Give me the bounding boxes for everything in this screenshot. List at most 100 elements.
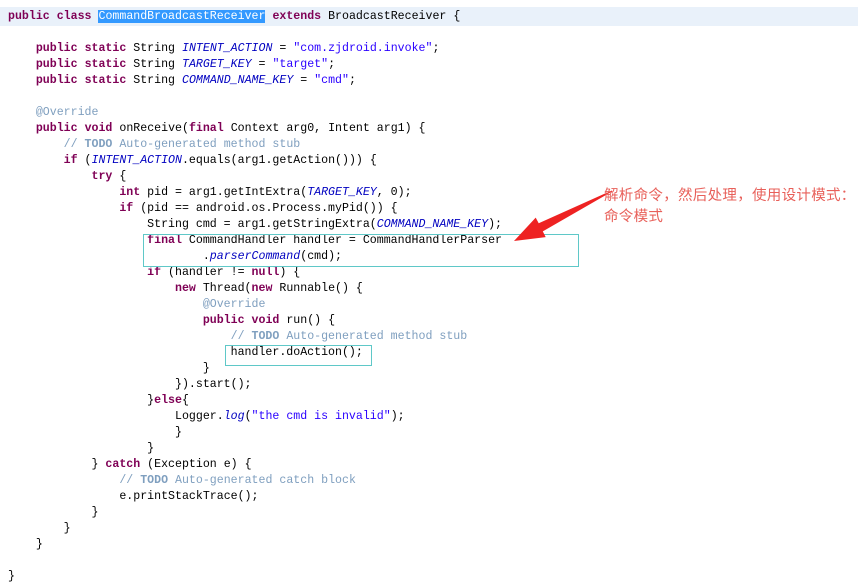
- code-line[interactable]: }: [8, 425, 502, 441]
- code-line[interactable]: if (INTENT_ACTION.equals(arg1.getAction(…: [8, 153, 502, 169]
- code-token-fld: COMMAND_NAME_KEY: [181, 74, 294, 87]
- code-token-kw: new: [174, 282, 196, 295]
- code-line[interactable]: Logger.log("the cmd is invalid");: [8, 409, 502, 425]
- code-token-fld: INTENT_ACTION: [181, 42, 273, 55]
- code-token-plain: =: [251, 58, 273, 71]
- code-token-plain: (Exception e) {: [140, 458, 252, 471]
- code-line[interactable]: try {: [8, 169, 502, 185]
- code-token-plain: handler.doAction();: [230, 346, 363, 359]
- code-line[interactable]: @Override: [8, 105, 502, 121]
- code-token-plain: String: [126, 74, 182, 87]
- code-token-plain: (: [77, 154, 92, 167]
- code-token-plain: }: [63, 522, 71, 535]
- code-token-str: "target": [272, 58, 329, 71]
- code-token-plain: String: [126, 42, 182, 55]
- code-line[interactable]: }: [8, 537, 502, 553]
- code-line[interactable]: public class CommandBroadcastReceiver ex…: [8, 9, 502, 25]
- code-line[interactable]: }: [8, 441, 502, 457]
- code-line[interactable]: // TODO Auto-generated method stub: [8, 329, 502, 345]
- code-token-kw: public: [202, 314, 245, 327]
- code-line[interactable]: }: [8, 521, 502, 537]
- code-token-plain: Thread(: [195, 282, 252, 295]
- code-token-str: "the cmd is invalid": [251, 410, 391, 423]
- code-token-plain: (pid == android.os.Process.myPid()) {: [133, 202, 398, 215]
- code-line[interactable]: handler.doAction();: [8, 345, 502, 361]
- code-token-todo: TODO: [251, 330, 280, 343]
- code-token-fld: INTENT_ACTION: [91, 154, 182, 167]
- code-token-kw: try: [91, 170, 113, 183]
- code-token-plain: ;: [348, 74, 356, 87]
- code-line[interactable]: ​: [8, 89, 502, 105]
- code-line[interactable]: // TODO Auto-generated catch block: [8, 473, 502, 489]
- code-token-kw: public: [35, 58, 78, 71]
- code-line[interactable]: public static String TARGET_KEY = "targe…: [8, 57, 502, 73]
- code-token-kw: static: [84, 58, 127, 71]
- code-token-kw: extends: [272, 10, 322, 23]
- code-line[interactable]: public static String COMMAND_NAME_KEY = …: [8, 73, 502, 89]
- code-line[interactable]: public void onReceive(final Context arg0…: [8, 121, 502, 137]
- code-token-cmt: //: [63, 138, 85, 151]
- code-token-plain: (: [244, 410, 252, 423]
- code-line[interactable]: int pid = arg1.getIntExtra(TARGET_KEY, 0…: [8, 185, 502, 201]
- code-line[interactable]: public static String INTENT_ACTION = "co…: [8, 41, 502, 57]
- code-token-kw: else: [154, 394, 182, 407]
- code-token-kw: static: [84, 42, 127, 55]
- annotation-text: 解析命令，然后处理，使用设计模式：命令模式: [604, 188, 856, 225]
- code-line[interactable]: if (handler != null) {: [8, 265, 502, 281]
- code-line[interactable]: .parserCommand(cmd);: [8, 249, 502, 265]
- code-token-plain: .equals(arg1.getAction())) {: [181, 154, 377, 167]
- code-token-plain: {: [181, 394, 189, 407]
- code-token-plain: ) {: [279, 266, 301, 279]
- code-line[interactable]: ​: [8, 553, 502, 569]
- code-token-plain: }: [147, 442, 155, 455]
- code-line[interactable]: }: [8, 505, 502, 521]
- code-token-plain: }).start();: [174, 378, 252, 391]
- code-token-plain: String cmd = arg1.getStringExtra(: [147, 218, 377, 231]
- code-token-str: "cmd": [314, 74, 349, 87]
- code-line[interactable]: public void run() {: [8, 313, 502, 329]
- source-code-area[interactable]: public class CommandBroadcastReceiver ex…: [8, 9, 502, 585]
- code-line[interactable]: if (pid == android.os.Process.myPid()) {: [8, 201, 502, 217]
- code-token-plain: , 0);: [376, 186, 412, 199]
- code-token-fld: COMMAND_NAME_KEY: [376, 218, 489, 231]
- code-line[interactable]: String cmd = arg1.getStringExtra(COMMAND…: [8, 217, 502, 233]
- code-token-cmt: Auto-generated catch block: [168, 474, 356, 487]
- code-token-kw: public: [35, 74, 78, 87]
- code-token-plain: =: [272, 42, 294, 55]
- code-line[interactable]: final CommandHandler handler = CommandHa…: [8, 233, 502, 249]
- code-token-plain: }: [91, 506, 99, 519]
- code-line[interactable]: @Override: [8, 297, 502, 313]
- code-token-plain: CommandHandler handler = CommandHandlerP…: [181, 234, 502, 247]
- code-token-plain: pid = arg1.getIntExtra(: [140, 186, 308, 199]
- code-token-fld: log: [223, 410, 245, 423]
- code-line[interactable]: new Thread(new Runnable() {: [8, 281, 502, 297]
- code-token-plain: }: [174, 426, 182, 439]
- code-token-plain: );: [390, 410, 405, 423]
- code-token-plain: }: [35, 538, 43, 551]
- code-line[interactable]: }: [8, 361, 502, 377]
- code-token-kw: public: [35, 122, 78, 135]
- code-token-kw: int: [119, 186, 141, 199]
- code-token-sel: CommandBroadcastReceiver: [98, 10, 266, 23]
- code-token-kw: catch: [105, 458, 141, 471]
- code-line[interactable]: }: [8, 569, 502, 585]
- code-line[interactable]: // TODO Auto-generated method stub: [8, 137, 502, 153]
- code-token-str: "com.zjdroid.invoke": [293, 42, 433, 55]
- code-line[interactable]: }).start();: [8, 377, 502, 393]
- code-line[interactable]: }else{: [8, 393, 502, 409]
- code-line[interactable]: ​: [8, 25, 502, 41]
- arrow-shape: [514, 193, 607, 241]
- code-token-todo: TODO: [84, 138, 113, 151]
- code-token-plain: =: [293, 74, 315, 87]
- code-token-fld: TARGET_KEY: [307, 186, 377, 199]
- code-line[interactable]: e.printStackTrace();: [8, 489, 502, 505]
- code-line[interactable]: } catch (Exception e) {: [8, 457, 502, 473]
- code-token-plain: Context arg0, Intent arg1) {: [223, 122, 426, 135]
- code-token-kw: if: [63, 154, 78, 167]
- code-token-kw: void: [251, 314, 280, 327]
- code-token-plain: .: [202, 250, 210, 263]
